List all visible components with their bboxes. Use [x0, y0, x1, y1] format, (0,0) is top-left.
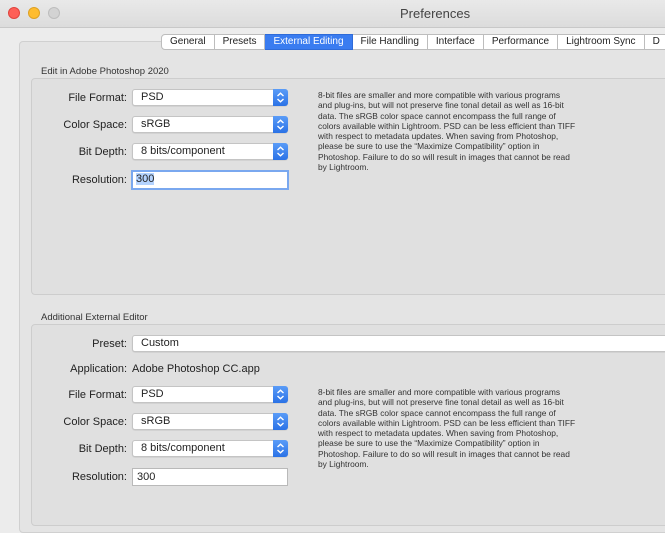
- resolution-input-2[interactable]: 300: [132, 468, 288, 486]
- close-window-button[interactable]: [8, 7, 20, 19]
- tab-interface[interactable]: Interface: [427, 34, 484, 50]
- bit-depth-label: Bit Depth:: [78, 146, 127, 158]
- chevron-updown-icon: [273, 116, 288, 133]
- color-space-value-2: sRGB: [141, 415, 171, 427]
- chevron-updown-icon: [273, 440, 288, 457]
- file-format-select[interactable]: PSD: [132, 89, 288, 106]
- file-format-label-2: File Format:: [68, 389, 127, 401]
- bit-depth-label-2: Bit Depth:: [78, 443, 127, 455]
- tab-general[interactable]: General: [161, 34, 215, 50]
- file-format-select-2[interactable]: PSD: [132, 386, 288, 403]
- photoshop-group-title: Edit in Adobe Photoshop 2020: [41, 66, 169, 77]
- application-label: Application:: [70, 363, 127, 375]
- bit-depth-select-2[interactable]: 8 bits/component: [132, 440, 288, 457]
- title-bar: Preferences: [0, 0, 665, 28]
- minimize-window-button[interactable]: [28, 7, 40, 19]
- preset-select[interactable]: Custom: [132, 335, 665, 352]
- additional-editor-group-title: Additional External Editor: [41, 312, 148, 323]
- file-format-value: PSD: [141, 91, 164, 103]
- tab-external-editing[interactable]: External Editing: [265, 34, 353, 50]
- resolution-value: 300: [136, 173, 155, 185]
- color-space-select[interactable]: sRGB: [132, 116, 288, 133]
- color-space-select-2[interactable]: sRGB: [132, 413, 288, 430]
- format-info-text-2: 8-bit files are smaller and more compati…: [318, 387, 576, 470]
- bit-depth-value-2: 8 bits/component: [141, 442, 225, 454]
- tab-file-handling[interactable]: File Handling: [352, 34, 428, 50]
- resolution-value-2: 300: [137, 471, 156, 483]
- color-space-label-2: Color Space:: [63, 416, 127, 428]
- resolution-input[interactable]: 300: [131, 170, 289, 190]
- preset-value: Custom: [141, 337, 179, 349]
- tab-presets[interactable]: Presets: [214, 34, 266, 50]
- preset-label: Preset:: [92, 338, 127, 350]
- tab-bar: General Presets External Editing File Ha…: [161, 34, 665, 50]
- chevron-updown-icon: [273, 386, 288, 403]
- bit-depth-select[interactable]: 8 bits/component: [132, 143, 288, 160]
- color-space-value: sRGB: [141, 118, 171, 130]
- file-format-value-2: PSD: [141, 388, 164, 400]
- resolution-label: Resolution:: [71, 174, 127, 186]
- color-space-label: Color Space:: [63, 119, 127, 131]
- tab-lightroom-sync[interactable]: Lightroom Sync: [558, 34, 645, 50]
- format-info-text: 8-bit files are smaller and more compati…: [318, 90, 576, 173]
- application-value: Adobe Photoshop CC.app: [132, 363, 260, 375]
- resolution-label-2: Resolution:: [71, 471, 127, 483]
- file-format-label: File Format:: [68, 92, 127, 104]
- chevron-updown-icon: [273, 89, 288, 106]
- tab-display[interactable]: D: [644, 34, 665, 50]
- tab-performance[interactable]: Performance: [483, 34, 559, 50]
- chevron-updown-icon: [273, 143, 288, 160]
- window-title: Preferences: [400, 6, 471, 21]
- chevron-updown-icon: [273, 413, 288, 430]
- zoom-window-button[interactable]: [48, 7, 60, 19]
- bit-depth-value: 8 bits/component: [141, 145, 225, 157]
